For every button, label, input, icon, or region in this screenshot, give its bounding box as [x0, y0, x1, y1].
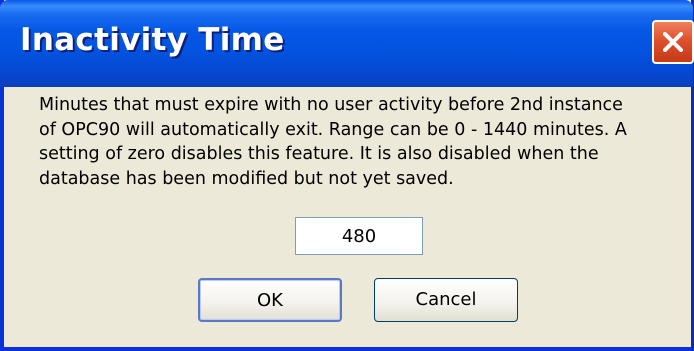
dialog-title: Inactivity Time — [20, 22, 285, 58]
ok-button[interactable]: OK — [198, 278, 342, 322]
close-button[interactable] — [652, 20, 694, 64]
inactivity-time-dialog: Inactivity Time Minutes that must expire… — [0, 0, 694, 351]
description-line: of OPC90 will automatically exit. Range … — [39, 119, 627, 140]
cancel-button[interactable]: Cancel — [374, 278, 518, 322]
inactivity-minutes-input[interactable] — [295, 217, 423, 255]
close-icon — [663, 32, 683, 52]
title-bar[interactable]: Inactivity Time — [0, 0, 694, 87]
description-line: setting of zero disables this feature. I… — [39, 144, 599, 164]
description-text: Minutes that must expire with no user ac… — [39, 93, 679, 191]
description-line: Minutes that must expire with no user ac… — [39, 95, 623, 115]
description-line: database has been modified but not yet s… — [39, 168, 454, 189]
